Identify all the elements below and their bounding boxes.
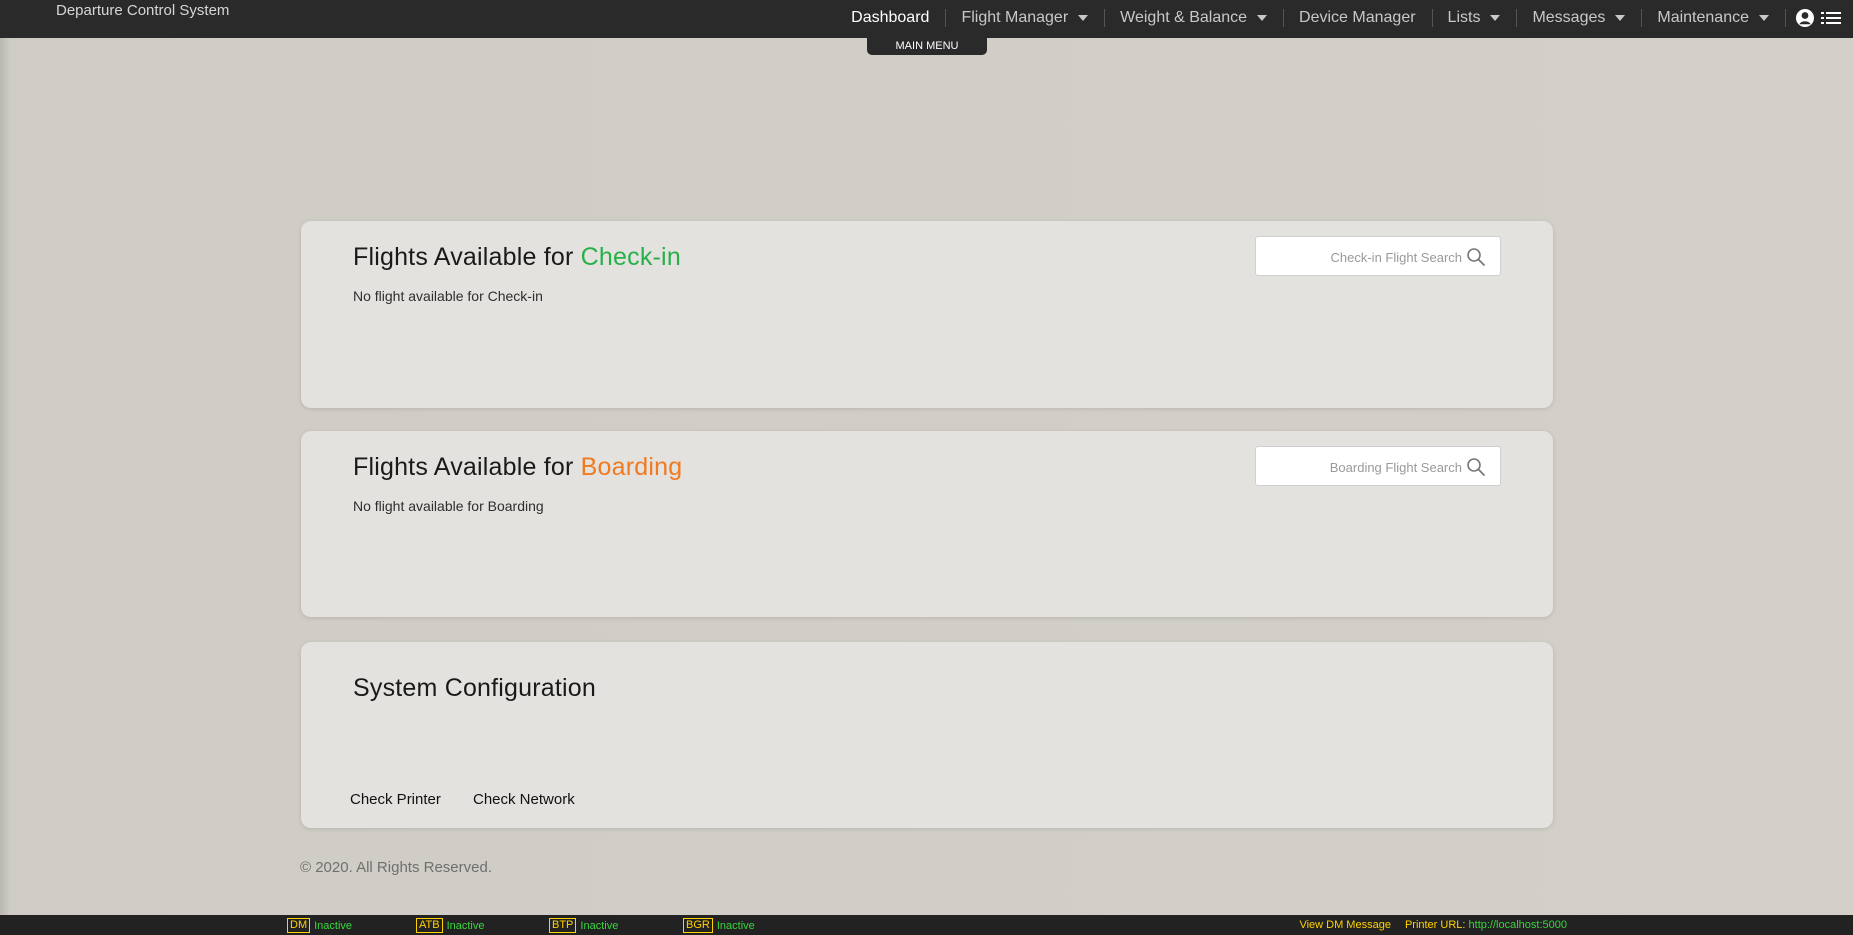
printer-url: Printer URL: http://localhost:5000	[1405, 919, 1567, 931]
nav-lists[interactable]: Lists	[1431, 0, 1517, 36]
menu-list-icon[interactable]	[1821, 11, 1841, 25]
top-navbar: Departure Control System Dashboard Fligh…	[0, 0, 1853, 38]
nav-device-manager-label: Device Manager	[1299, 9, 1416, 26]
status-bar: DM Inactive ATB Inactive BTP Inactive BG…	[0, 915, 1853, 935]
boarding-empty-message: No flight available for Boarding	[353, 498, 544, 514]
checkin-search	[1255, 236, 1501, 277]
status-atb-value: Inactive	[446, 919, 485, 932]
search-icon[interactable]	[1466, 247, 1486, 267]
search-icon[interactable]	[1466, 457, 1486, 477]
boarding-title-highlight: Boarding	[580, 453, 683, 481]
status-btp-value: Inactive	[580, 919, 619, 932]
checkin-empty-message: No flight available for Check-in	[353, 288, 543, 304]
status-btp-tag: BTP	[549, 918, 577, 933]
chevron-down-icon	[1615, 15, 1626, 21]
checkin-card: Flights Available for Check-in No flight…	[301, 221, 1553, 408]
status-bgr-tag: BGR	[683, 918, 713, 933]
boarding-search-input[interactable]	[1264, 447, 1464, 487]
nav-device-manager[interactable]: Device Manager	[1283, 0, 1432, 36]
printer-url-value[interactable]: http://localhost:5000	[1469, 919, 1567, 931]
nav-maintenance[interactable]: Maintenance	[1641, 0, 1785, 36]
nav-dashboard-label: Dashboard	[851, 9, 930, 26]
nav-dashboard[interactable]: Dashboard	[835, 0, 945, 36]
status-atb-tag: ATB	[416, 918, 443, 933]
status-right-group: View DM Message Printer URL: http://loca…	[1299, 919, 1567, 931]
status-bgr-value: Inactive	[716, 919, 755, 932]
copyright-footer: © 2020. All Rights Reserved.	[300, 859, 492, 876]
checkin-title-highlight: Check-in	[580, 243, 681, 271]
main-menu-toggle[interactable]: MAIN MENU	[867, 38, 987, 55]
boarding-title-prefix: Flights Available for	[353, 453, 581, 481]
chevron-down-icon	[1490, 15, 1501, 21]
nav-maintenance-label: Maintenance	[1657, 9, 1749, 26]
nav-flight-manager[interactable]: Flight Manager	[945, 0, 1104, 36]
nav-weight-balance-label: Weight & Balance	[1120, 9, 1248, 26]
nav-flight-manager-label: Flight Manager	[961, 9, 1069, 26]
nav-lists-label: Lists	[1447, 9, 1481, 26]
check-network-button[interactable]: Check Network	[473, 791, 575, 808]
boarding-search	[1255, 446, 1501, 487]
checkin-search-input[interactable]	[1264, 237, 1464, 277]
status-atb: ATB Inactive	[416, 918, 485, 933]
main-nav: Dashboard Flight Manager Weight & Balanc…	[835, 0, 1853, 36]
status-bgr: BGR Inactive	[683, 918, 755, 933]
system-config-card: System Configuration Check Printer Check…	[301, 642, 1553, 828]
status-dm-value: Inactive	[314, 919, 353, 932]
checkin-title-prefix: Flights Available for	[353, 243, 581, 271]
status-btp: BTP Inactive	[549, 918, 618, 933]
status-dm: DM Inactive	[287, 918, 352, 933]
printer-url-label: Printer URL:	[1404, 919, 1466, 931]
boarding-title: Flights Available for Boarding	[353, 453, 682, 482]
check-printer-button[interactable]: Check Printer	[350, 791, 441, 808]
boarding-card: Flights Available for Boarding No flight…	[301, 431, 1553, 617]
app-title: Departure Control System	[56, 2, 230, 19]
view-dm-message-link[interactable]: View DM Message	[1299, 919, 1391, 931]
chevron-down-icon	[1257, 15, 1268, 21]
nav-messages[interactable]: Messages	[1516, 0, 1641, 36]
chevron-down-icon	[1759, 15, 1769, 21]
user-menu[interactable]	[1785, 0, 1853, 36]
user-icon[interactable]	[1795, 8, 1815, 28]
status-dm-tag: DM	[287, 918, 311, 933]
nav-weight-balance[interactable]: Weight & Balance	[1104, 0, 1283, 36]
system-config-title: System Configuration	[353, 674, 597, 702]
checkin-title: Flights Available for Check-in	[353, 243, 681, 272]
chevron-down-icon	[1078, 15, 1089, 21]
nav-messages-label: Messages	[1532, 9, 1606, 26]
